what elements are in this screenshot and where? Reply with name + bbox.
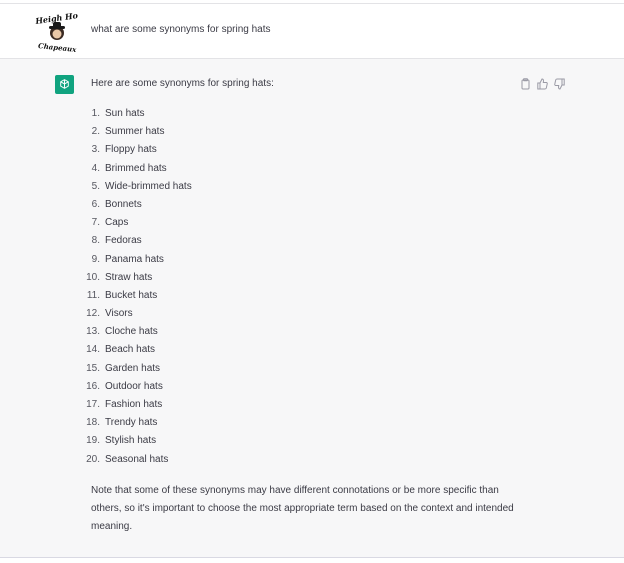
- list-item-number: 5.: [91, 180, 100, 192]
- list-item: 7. Caps: [80, 214, 192, 232]
- list-item-text: Fedoras: [105, 235, 142, 247]
- list-item: 15. Garden hats: [80, 360, 192, 378]
- clipboard-icon[interactable]: [520, 77, 531, 90]
- list-item-number: 19.: [86, 435, 100, 447]
- list-item-text: Stylish hats: [105, 435, 157, 447]
- user-message-row: Heigh Ho Chapeaux what are some synonyms…: [0, 4, 624, 59]
- list-item-number: 13.: [86, 326, 100, 338]
- list-item-text: Floppy hats: [105, 144, 157, 156]
- list-item-number: 8.: [91, 235, 100, 247]
- list-item: 17. Fashion hats: [80, 396, 192, 414]
- list-item-number: 15.: [86, 362, 100, 374]
- list-item-number: 6.: [91, 198, 100, 210]
- assistant-note: Note that some of these synonyms may hav…: [91, 485, 514, 532]
- list-item-text: Visors: [105, 308, 133, 320]
- list-item-text: Seasonal hats: [105, 453, 169, 465]
- message-actions: [520, 77, 565, 90]
- list-item: 3. Floppy hats: [80, 141, 192, 159]
- list-item: 19. Stylish hats: [80, 432, 192, 450]
- assistant-intro-text: Here are some synonyms for spring hats:: [91, 78, 274, 89]
- list-item-text: Outdoor hats: [105, 380, 163, 392]
- list-item-text: Straw hats: [105, 271, 153, 283]
- list-item-number: 10.: [86, 271, 100, 283]
- list-item: 16. Outdoor hats: [80, 378, 192, 396]
- list-item-text: Cloche hats: [105, 326, 158, 338]
- list-item-number: 20.: [86, 453, 100, 465]
- list-item: 18. Trendy hats: [80, 414, 192, 432]
- list-item-number: 3.: [91, 144, 100, 156]
- list-item: 14. Beach hats: [80, 341, 192, 359]
- user-avatar: Heigh Ho Chapeaux: [34, 10, 79, 54]
- list-item-text: Garden hats: [105, 362, 161, 374]
- list-item-number: 1.: [91, 108, 100, 119]
- list-item: 5. Wide-brimmed hats: [80, 178, 192, 196]
- thumbs-down-icon[interactable]: [554, 77, 565, 90]
- list-item-text: Sun hats: [105, 108, 145, 119]
- list-item-text: Caps: [105, 217, 129, 229]
- list-item-text: Summer hats: [105, 126, 165, 138]
- user-message-text: what are some synonyms for spring hats: [91, 24, 271, 35]
- list-item: 2. Summer hats: [80, 123, 192, 141]
- list-item-text: Panama hats: [105, 253, 164, 265]
- list-item: 20. Seasonal hats: [80, 451, 192, 469]
- list-item-number: 2.: [91, 126, 100, 138]
- list-item: 8. Fedoras: [80, 232, 192, 250]
- list-item: 11. Bucket hats: [80, 287, 192, 305]
- list-item: 12. Visors: [80, 305, 192, 323]
- list-item-text: Trendy hats: [105, 417, 158, 429]
- list-item-text: Wide-brimmed hats: [105, 180, 192, 192]
- list-item-number: 4.: [91, 162, 100, 174]
- list-item: 6. Bonnets: [80, 196, 192, 214]
- list-item-number: 7.: [91, 217, 100, 229]
- list-item: 10. Straw hats: [80, 269, 192, 287]
- assistant-message-row: Here are some synonyms for spring hats:: [0, 59, 624, 558]
- list-item: 1. Sun hats: [80, 105, 192, 123]
- list-item-number: 12.: [86, 308, 100, 320]
- list-item-number: 9.: [91, 253, 100, 265]
- list-item-text: Bucket hats: [105, 289, 158, 301]
- list-item: 13. Cloche hats: [80, 323, 192, 341]
- svg-text:Chapeaux: Chapeaux: [38, 41, 78, 54]
- list-item-number: 14.: [86, 344, 100, 356]
- list-item-number: 17.: [86, 399, 100, 410]
- synonym-list: 1. Sun hats 2. Summer hats 3. Floppy hats 4…: [80, 105, 192, 469]
- openai-logo-icon: [55, 75, 74, 94]
- list-item-text: Beach hats: [105, 344, 156, 356]
- thumbs-up-icon[interactable]: [537, 77, 548, 90]
- list-item-text: Bonnets: [105, 198, 142, 210]
- list-item-number: 18.: [86, 417, 100, 429]
- list-item-text: Fashion hats: [105, 399, 163, 410]
- list-item-number: 11.: [86, 289, 100, 301]
- list-item-number: 16.: [86, 380, 100, 392]
- list-item: 9. Panama hats: [80, 251, 192, 269]
- list-item: 4. Brimmed hats: [80, 160, 192, 178]
- list-item-text: Brimmed hats: [105, 162, 167, 174]
